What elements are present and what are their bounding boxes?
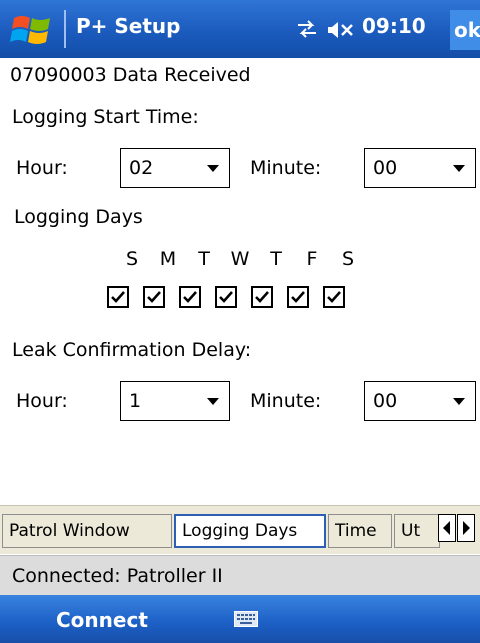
delay-hour-dropdown[interactable]: 1 bbox=[120, 381, 230, 421]
menu-bar: Connect bbox=[0, 595, 480, 643]
connectivity-icon[interactable] bbox=[296, 20, 318, 38]
checkbox-sunday[interactable] bbox=[107, 286, 129, 308]
checkmark-icon bbox=[327, 291, 341, 303]
tab-patrol-window[interactable]: Patrol Window bbox=[2, 514, 172, 548]
tab-strip: Patrol Window Logging Days Time Ut bbox=[0, 505, 480, 554]
start-minute-label: Minute: bbox=[250, 157, 322, 179]
checkbox-tuesday[interactable] bbox=[179, 286, 201, 308]
checkmark-icon bbox=[219, 291, 233, 303]
chevron-down-icon bbox=[453, 165, 465, 172]
chevron-down-icon bbox=[207, 398, 219, 405]
app-title: P+ Setup bbox=[76, 14, 181, 38]
day-label-thursday: T bbox=[270, 248, 282, 270]
checkbox-saturday[interactable] bbox=[323, 286, 345, 308]
checkbox-wednesday[interactable] bbox=[215, 286, 237, 308]
connection-status-text: Connected: Patroller II bbox=[12, 565, 223, 587]
connect-button[interactable]: Connect bbox=[56, 608, 148, 632]
checkbox-thursday[interactable] bbox=[251, 286, 273, 308]
arrow-right-icon bbox=[463, 521, 470, 535]
start-hour-value: 02 bbox=[129, 157, 154, 179]
checkmark-icon bbox=[183, 291, 197, 303]
title-separator bbox=[64, 10, 66, 48]
delay-hour-value: 1 bbox=[129, 390, 142, 412]
start-hour-label: Hour: bbox=[16, 157, 68, 179]
tab-ut[interactable]: Ut bbox=[394, 514, 440, 548]
tab-scroll-right-button[interactable] bbox=[457, 514, 475, 542]
delay-minute-label: Minute: bbox=[250, 390, 322, 412]
logging-start-time-label: Logging Start Time: bbox=[12, 106, 199, 128]
day-label-saturday: S bbox=[341, 248, 355, 270]
start-hour-dropdown[interactable]: 02 bbox=[120, 148, 230, 188]
ok-button[interactable]: ok bbox=[450, 10, 480, 50]
checkmark-icon bbox=[291, 291, 305, 303]
tab-time[interactable]: Time bbox=[328, 514, 392, 548]
checkmark-icon bbox=[255, 291, 269, 303]
chevron-down-icon bbox=[453, 398, 465, 405]
delay-minute-dropdown[interactable]: 00 bbox=[364, 381, 476, 421]
chevron-down-icon bbox=[207, 165, 219, 172]
day-label-sunday: S bbox=[125, 248, 139, 270]
start-minute-dropdown[interactable]: 00 bbox=[364, 148, 476, 188]
clock-time[interactable]: 09:10 bbox=[362, 14, 426, 38]
arrow-left-icon bbox=[443, 521, 450, 535]
day-label-wednesday: W bbox=[230, 248, 250, 270]
tab-logging-days[interactable]: Logging Days bbox=[174, 514, 326, 548]
keyboard-icon[interactable] bbox=[234, 611, 258, 627]
tab-scroll-left-button[interactable] bbox=[438, 514, 456, 542]
start-minute-value: 00 bbox=[373, 157, 398, 179]
volume-muted-icon[interactable] bbox=[326, 19, 354, 41]
connection-status-bar: Connected: Patroller II bbox=[0, 555, 480, 596]
checkmark-icon bbox=[111, 291, 125, 303]
leak-confirmation-delay-label: Leak Confirmation Delay: bbox=[12, 339, 252, 361]
title-bar: P+ Setup 09:10 ok bbox=[0, 0, 480, 58]
logging-days-label: Logging Days bbox=[14, 206, 143, 228]
checkmark-icon bbox=[147, 291, 161, 303]
delay-hour-label: Hour: bbox=[16, 390, 68, 412]
data-received-message: 07090003 Data Received bbox=[10, 64, 251, 86]
day-label-tuesday: T bbox=[198, 248, 210, 270]
windows-start-icon[interactable] bbox=[10, 12, 56, 48]
checkbox-friday[interactable] bbox=[287, 286, 309, 308]
checkbox-monday[interactable] bbox=[143, 286, 165, 308]
day-label-monday: M bbox=[159, 248, 177, 270]
delay-minute-value: 00 bbox=[373, 390, 398, 412]
day-label-friday: F bbox=[306, 248, 318, 270]
